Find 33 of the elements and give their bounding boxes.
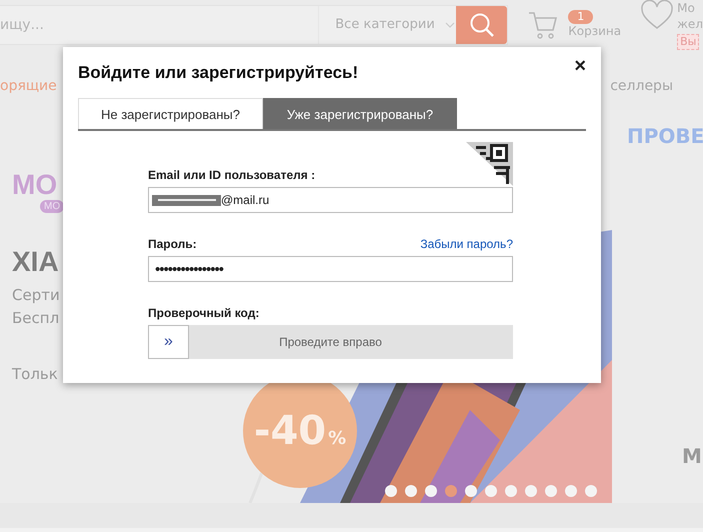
wishlist-label[interactable]: жел <box>677 16 703 32</box>
nav-link[interactable]: орящие <box>0 78 57 94</box>
field-label: Пароль: <box>148 237 197 251</box>
dialog-title: Войдите или зарегистрируйтесь! <box>78 63 358 83</box>
tab[interactable]: Не зарегистрированы? <box>78 98 263 129</box>
cart-link[interactable]: Корзина <box>568 24 622 38</box>
forgot-password-link[interactable]: Забыли пароль? <box>420 237 513 251</box>
field-label: Email или ID пользователя : <box>148 168 316 182</box>
banner-text: Беспл <box>12 309 60 327</box>
wishlist-label[interactable]: Мо <box>677 0 703 16</box>
slider-handle[interactable]: » <box>148 325 189 359</box>
email-field[interactable]: @mail.ru <box>148 187 513 213</box>
cart-icon[interactable] <box>528 10 558 40</box>
slider-hint: Проведите вправо <box>279 335 382 349</box>
qr-code-icon[interactable] <box>466 142 513 186</box>
promo-caption: М <box>682 444 702 468</box>
password-field[interactable]: •••••••••••••••• <box>148 256 513 282</box>
brand-logo: МО <box>12 170 58 200</box>
promo-title: ПРОВЕ <box>627 124 703 148</box>
search-icon <box>468 12 495 38</box>
banner-note: Тольк <box>12 365 58 383</box>
search-button[interactable] <box>456 6 508 44</box>
wishlist-button[interactable]: Вы <box>677 34 700 50</box>
cart-count-badge: 1 <box>568 10 594 24</box>
close-button[interactable]: × <box>574 59 586 73</box>
field-label: Проверочный код: <box>148 306 260 320</box>
banner-text: Серти <box>12 286 60 304</box>
tab[interactable]: Уже зарегистрированы? <box>263 98 457 129</box>
chevron-down-icon <box>444 22 455 28</box>
search-field[interactable]: ищу... Все категории <box>0 4 508 44</box>
nav-link[interactable]: селлеры <box>610 78 673 94</box>
heart-icon[interactable] <box>641 0 674 30</box>
banner-title: XIA <box>12 246 59 278</box>
